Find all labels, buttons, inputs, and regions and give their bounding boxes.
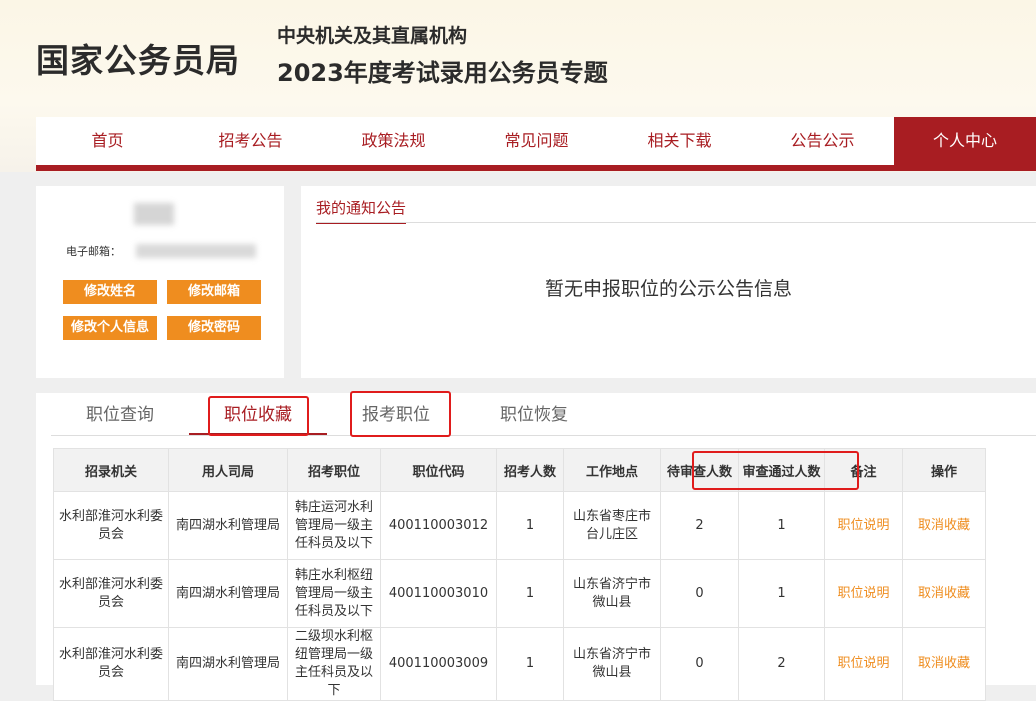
table-row: 水利部淮河水利委员会 南四湖水利管理局 二级坝水利枢纽管理局一级主任科员及以下 …: [53, 627, 986, 701]
position-description-link[interactable]: 职位说明: [837, 586, 889, 601]
nav-item-recruitment-notice[interactable]: 招考公告: [179, 117, 322, 165]
site-brand: 国家公务员局: [36, 41, 240, 80]
cell-approved: 1: [738, 491, 825, 560]
notice-divider: [316, 222, 1036, 223]
cell-location: 山东省济宁市微山县: [563, 559, 661, 628]
main-nav: 首页 招考公告 政策法规 常见问题 相关下载 公告公示 个人中心: [36, 117, 1036, 171]
col-header-position: 招考职位: [287, 448, 381, 492]
cell-bureau: 南四湖水利管理局: [168, 627, 288, 701]
cell-pending: 0: [660, 627, 739, 701]
notice-tab[interactable]: 我的通知公告: [316, 197, 407, 224]
position-description-link[interactable]: 职位说明: [837, 518, 889, 533]
cell-pending: 0: [660, 559, 739, 628]
unfavorite-link[interactable]: 取消收藏: [918, 518, 970, 533]
col-header-count: 招考人数: [496, 448, 564, 492]
col-header-action: 操作: [902, 448, 986, 492]
edit-password-button[interactable]: 修改密码: [167, 316, 261, 340]
cell-approved: 2: [738, 627, 825, 701]
cell-code: 400110003012: [380, 491, 497, 560]
unfavorite-link[interactable]: 取消收藏: [918, 656, 970, 671]
cell-approved: 1: [738, 559, 825, 628]
nav-item-policy[interactable]: 政策法规: [322, 117, 465, 165]
notice-card: 我的通知公告 暂无申报职位的公示公告信息: [301, 186, 1036, 378]
cell-location: 山东省济宁市微山县: [563, 627, 661, 701]
cell-count: 1: [496, 627, 564, 701]
cell-location: 山东省枣庄市台儿庄区: [563, 491, 661, 560]
profile-card: 电子邮箱： 修改姓名 修改邮箱 修改个人信息 修改密码: [36, 186, 284, 378]
nav-item-home[interactable]: 首页: [36, 117, 179, 165]
site-subtitle-line2: 2023年度考试录用公务员专题: [277, 59, 608, 87]
nav-item-announcements[interactable]: 公告公示: [751, 117, 894, 165]
highlight-favorites-tab: [208, 396, 309, 436]
notice-empty-text: 暂无申报职位的公示公告信息: [544, 278, 792, 300]
edit-info-button[interactable]: 修改个人信息: [63, 316, 157, 340]
cell-code: 400110003010: [380, 559, 497, 628]
email-redacted: [136, 244, 256, 258]
table-row: 水利部淮河水利委员会 南四湖水利管理局 韩庄水利枢纽管理局一级主任科员及以下 4…: [53, 559, 986, 628]
col-header-location: 工作地点: [563, 448, 661, 492]
nav-item-faq[interactable]: 常见问题: [465, 117, 608, 165]
cell-count: 1: [496, 559, 564, 628]
cell-agency: 水利部淮河水利委员会: [53, 627, 169, 701]
col-header-bureau: 用人司局: [168, 448, 288, 492]
table-row: 水利部淮河水利委员会 南四湖水利管理局 韩庄运河水利管理局一级主任科员及以下 4…: [53, 491, 986, 560]
tabs-divider: [51, 435, 1036, 436]
cell-bureau: 南四湖水利管理局: [168, 559, 288, 628]
cell-bureau: 南四湖水利管理局: [168, 491, 288, 560]
cell-count: 1: [496, 491, 564, 560]
nav-item-personal-center[interactable]: 个人中心: [894, 117, 1036, 165]
highlight-review-columns: [692, 451, 859, 490]
site-subtitle-line1: 中央机关及其直属机构: [277, 25, 468, 47]
position-description-link[interactable]: 职位说明: [837, 656, 889, 671]
cell-position: 韩庄水利枢纽管理局一级主任科员及以下: [287, 559, 381, 628]
edit-email-button[interactable]: 修改邮箱: [167, 280, 261, 304]
cell-pending: 2: [660, 491, 739, 560]
unfavorite-link[interactable]: 取消收藏: [918, 586, 970, 601]
cell-agency: 水利部淮河水利委员会: [53, 559, 169, 628]
username-redacted: [134, 203, 174, 225]
nav-item-downloads[interactable]: 相关下载: [608, 117, 751, 165]
tab-position-restore[interactable]: 职位恢复: [465, 403, 603, 433]
col-header-agency: 招录机关: [53, 448, 169, 492]
cell-position: 韩庄运河水利管理局一级主任科员及以下: [287, 491, 381, 560]
cell-agency: 水利部淮河水利委员会: [53, 491, 169, 560]
tab-position-search[interactable]: 职位查询: [51, 403, 189, 433]
edit-name-button[interactable]: 修改姓名: [63, 280, 157, 304]
email-label: 电子邮箱：: [66, 245, 121, 258]
cell-position: 二级坝水利枢纽管理局一级主任科员及以下: [287, 627, 381, 701]
highlight-applied-tab: [350, 391, 451, 437]
cell-code: 400110003009: [380, 627, 497, 701]
col-header-code: 职位代码: [380, 448, 497, 492]
